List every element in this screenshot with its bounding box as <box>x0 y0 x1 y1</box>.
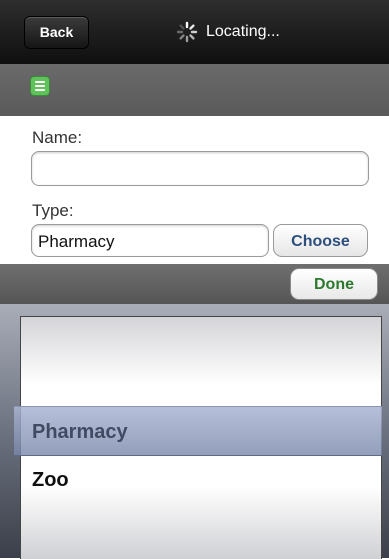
name-field[interactable] <box>31 151 369 186</box>
toolbar <box>0 64 389 116</box>
picker-toolbar: Done <box>0 264 389 304</box>
menu-icon[interactable] <box>30 76 50 96</box>
navigation-bar: Back Locating... <box>0 0 389 65</box>
done-button[interactable]: Done <box>290 268 378 300</box>
loading-indicator: Locating... <box>176 18 280 46</box>
spinner-icon <box>176 21 198 43</box>
picker-option-zoo[interactable]: Zoo <box>32 469 69 492</box>
picker-option-pharmacy[interactable]: Pharmacy <box>32 421 128 444</box>
type-label: Type: <box>32 201 74 220</box>
nav-title: Locating... <box>206 23 280 40</box>
type-field[interactable]: Pharmacy <box>31 224 269 257</box>
back-button[interactable]: Back <box>24 16 89 49</box>
name-label: Name: <box>32 128 83 147</box>
choose-button[interactable]: Choose <box>273 224 368 257</box>
